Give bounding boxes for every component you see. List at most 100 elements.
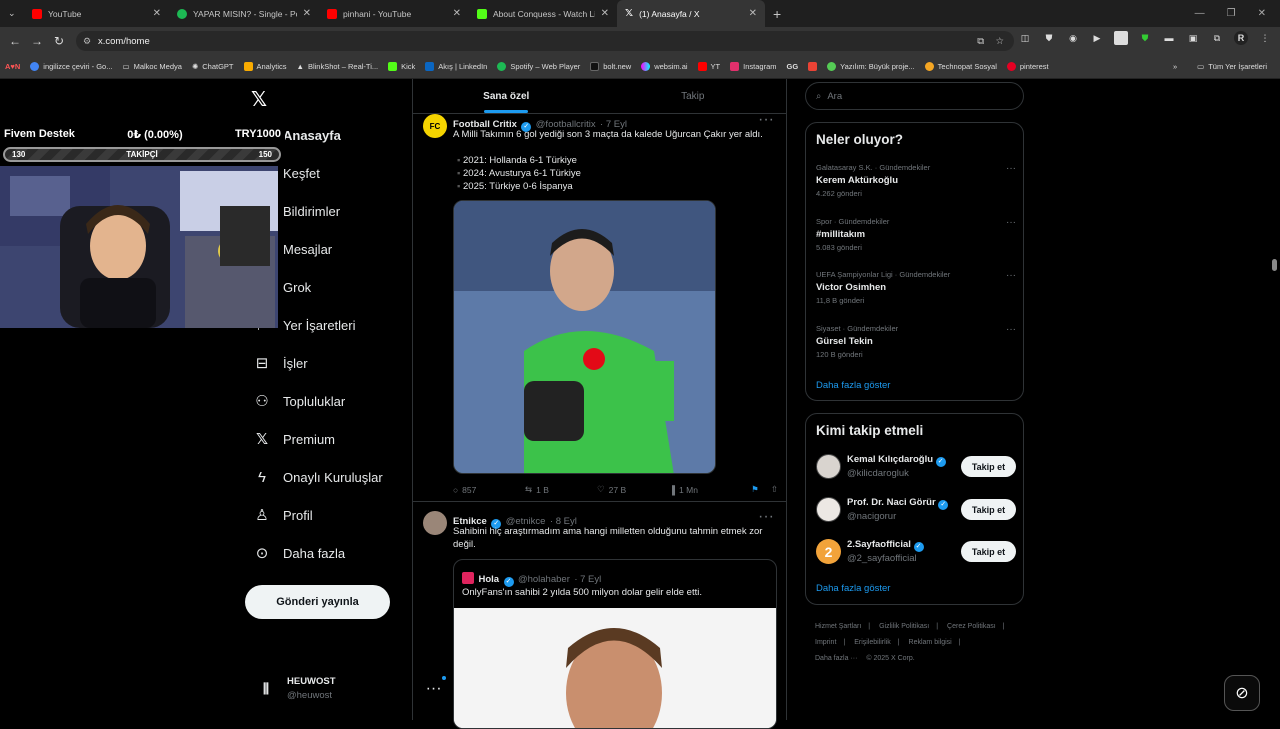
close-tab-icon[interactable]: ✕ (303, 8, 311, 19)
close-tab-icon[interactable]: ✕ (601, 8, 609, 19)
close-window-icon[interactable]: ✕ (1258, 8, 1266, 19)
menu-icon[interactable]: ⋮ (1258, 31, 1272, 45)
browser-tab-active[interactable]: 𝕏 (1) Anasayfa / X ✕ (617, 0, 765, 27)
more-dots-icon[interactable]: ··· (1006, 270, 1016, 281)
post-button[interactable]: Gönderi yayınla (245, 585, 390, 619)
minimize-icon[interactable]: — (1195, 8, 1205, 19)
grok-fab-button[interactable]: ⊘ (1224, 675, 1260, 711)
repost-button[interactable]: ⇆ 1 B (525, 484, 597, 495)
browser-tab[interactable]: pinhani - YouTube ✕ (319, 0, 469, 27)
follow-suggestion[interactable]: 2 2.Sayfaofficial ✓ @2_sayfaofficial Tak… (816, 537, 1016, 567)
trend-item[interactable]: Spor · Gündemdekiler #millitakım 5.083 g… (816, 217, 1016, 252)
maximize-icon[interactable]: ❐ (1227, 8, 1236, 19)
trend-item[interactable]: Galatasaray S.K. · Gündemdekiler Kerem A… (816, 163, 1016, 198)
tweet[interactable]: Etnikce ✓ @etnikce · 8 Eyl ··· Sahibini … (413, 508, 786, 729)
bookmark-item[interactable]: ✺ ChatGPT (187, 62, 239, 71)
follow-suggestion[interactable]: Prof. Dr. Naci Görür ✓ @nacigorur Takip … (816, 495, 1016, 525)
bookmark-item[interactable]: Kick (383, 62, 420, 71)
quoted-tweet[interactable]: Hola ✓ @holahaber · 7 Eyl OnlyFans'ın sa… (453, 559, 777, 729)
quoted-tweet-image[interactable] (454, 608, 776, 728)
site-info-icon[interactable]: ⚙ (83, 36, 91, 47)
footer-link[interactable]: Gizlilik Politikası (879, 623, 929, 630)
close-tab-icon[interactable]: ✕ (153, 8, 161, 19)
footer-link[interactable]: Hizmet Şartları (815, 623, 861, 630)
nav-jobs[interactable]: ⊟ İşler (253, 354, 308, 372)
bookmark-item[interactable]: ingilizce çeviri - Go... (25, 62, 117, 71)
footer-link[interactable]: Imprint (815, 639, 836, 646)
install-app-icon[interactable]: ⧉ (977, 36, 984, 47)
bookmark-item[interactable]: Spotify – Web Player (492, 62, 585, 71)
back-icon[interactable]: ← (4, 34, 26, 48)
nav-verified-orgs[interactable]: ϟ Onaylı Kuruluşlar (253, 468, 383, 486)
puzzle-icon[interactable]: ⧉ (1210, 31, 1224, 45)
bookmark-item[interactable] (803, 62, 822, 71)
x-logo-icon[interactable]: 𝕏 (251, 87, 267, 112)
reload-icon[interactable]: ↻ (48, 34, 70, 48)
close-tab-icon[interactable]: ✕ (749, 8, 757, 19)
avatar[interactable] (423, 511, 447, 535)
play-extension-icon[interactable]: ▶ (1090, 31, 1104, 45)
bookmark-item[interactable]: Analytics (239, 62, 292, 71)
close-tab-icon[interactable]: ✕ (453, 8, 461, 19)
bookmark-item[interactable]: websim.ai (636, 62, 692, 71)
follow-button[interactable]: Takip et (961, 541, 1016, 562)
views-button[interactable]: ▐ 1 Mn (669, 484, 741, 495)
shield-extension-icon[interactable]: ⛊ (1042, 31, 1056, 45)
bookmark-item[interactable]: A♥N (0, 62, 25, 71)
nav-profile[interactable]: ♙ Profil (253, 506, 312, 524)
show-more-suggestions-link[interactable]: Daha fazla göster (816, 583, 890, 594)
bookmark-item[interactable]: Instagram (725, 62, 781, 71)
tweet-image[interactable] (453, 200, 716, 474)
reply-button[interactable]: ○ 857 (453, 484, 525, 495)
more-dots-icon[interactable]: ··· (1006, 324, 1016, 335)
browser-tab[interactable]: YouTube ✕ (24, 0, 169, 27)
bookmark-item[interactable]: Technopat Sosyal (920, 62, 1002, 71)
profile-avatar-icon[interactable]: R (1234, 31, 1248, 45)
bookmark-item[interactable]: GG (782, 62, 804, 71)
bookmark-item[interactable]: Yazılım: Büyük proje... (822, 62, 919, 71)
nav-premium[interactable]: 𝕏 Premium (253, 430, 335, 448)
bookmark-item[interactable]: ▲ BlinkShot – Real-Ti... (292, 62, 384, 71)
tweet[interactable]: FC Football Critix ✓ @footballcritix · 7… (413, 111, 786, 502)
follow-suggestion[interactable]: Kemal Kılıçdaroğlu ✓ @kilicdarogluk Taki… (816, 452, 1016, 482)
follow-button[interactable]: Takip et (961, 456, 1016, 477)
tab-following[interactable]: Takip (600, 79, 787, 113)
bookmark-item[interactable]: bolt.new (585, 62, 636, 71)
bookmarks-overflow-icon[interactable]: » (1168, 62, 1182, 71)
footer-link[interactable]: Erişilebilirlik (854, 639, 891, 646)
trend-item[interactable]: Siyaset · Gündemdekiler Gürsel Tekin 120… (816, 324, 1016, 359)
bookmark-item[interactable]: Akış | LinkedIn (420, 62, 492, 71)
address-bar[interactable]: ⚙ x.com/home ⧉ ☆ (76, 31, 1014, 51)
bookmark-filled-icon[interactable]: ⚑ (751, 484, 759, 495)
new-tab-button[interactable]: + (765, 0, 789, 27)
scrollbar-thumb[interactable] (1272, 259, 1277, 271)
tab-for-you[interactable]: Sana özel (413, 79, 600, 113)
browser-tab[interactable]: About Conquess - Watch Live o ✕ (469, 0, 617, 27)
forward-icon[interactable]: → (26, 34, 48, 48)
show-more-trends-link[interactable]: Daha fazla göster (816, 380, 890, 391)
media-icon[interactable]: ▣ (1186, 31, 1200, 45)
more-dots-icon[interactable]: ··· (758, 508, 774, 526)
more-dots-icon[interactable]: ··· (758, 111, 774, 129)
more-dots-icon[interactable]: ··· (1006, 163, 1016, 174)
bookmark-item[interactable]: ▭ Malkoc Medya (117, 62, 186, 71)
share-icon[interactable]: ⇧ (771, 484, 778, 495)
more-dots-icon[interactable]: ··· (1006, 217, 1016, 228)
nav-more[interactable]: ⊙ Daha fazla (253, 544, 345, 562)
footer-link[interactable]: Daha fazla ··· (815, 655, 857, 662)
avatar[interactable]: FC (423, 114, 447, 138)
extension-icon[interactable]: ◉ (1066, 31, 1080, 45)
footer-link[interactable]: Çerez Politikası (947, 623, 996, 630)
all-bookmarks-folder[interactable]: ▭ Tüm Yer İşaretleri (1192, 62, 1272, 71)
extension-icon[interactable]: ▬ (1162, 31, 1176, 45)
footer-link[interactable]: Reklam bilgisi (909, 639, 952, 646)
nav-communities[interactable]: ⚇ Topluluklar (253, 392, 345, 410)
bookmark-item[interactable]: YT (693, 62, 726, 71)
like-button[interactable]: ♡ 27 B (597, 484, 669, 495)
tab-search-button[interactable]: ⌄ (0, 0, 24, 27)
shield-green-icon[interactable]: ⛊ (1138, 31, 1152, 45)
browser-tab[interactable]: YAPAR MISIN? - Single - Poizi, I ✕ (169, 0, 319, 27)
follow-button[interactable]: Takip et (961, 499, 1016, 520)
search-input[interactable]: ⌕ Ara (805, 82, 1024, 110)
bookmark-star-icon[interactable]: ☆ (995, 36, 1004, 47)
